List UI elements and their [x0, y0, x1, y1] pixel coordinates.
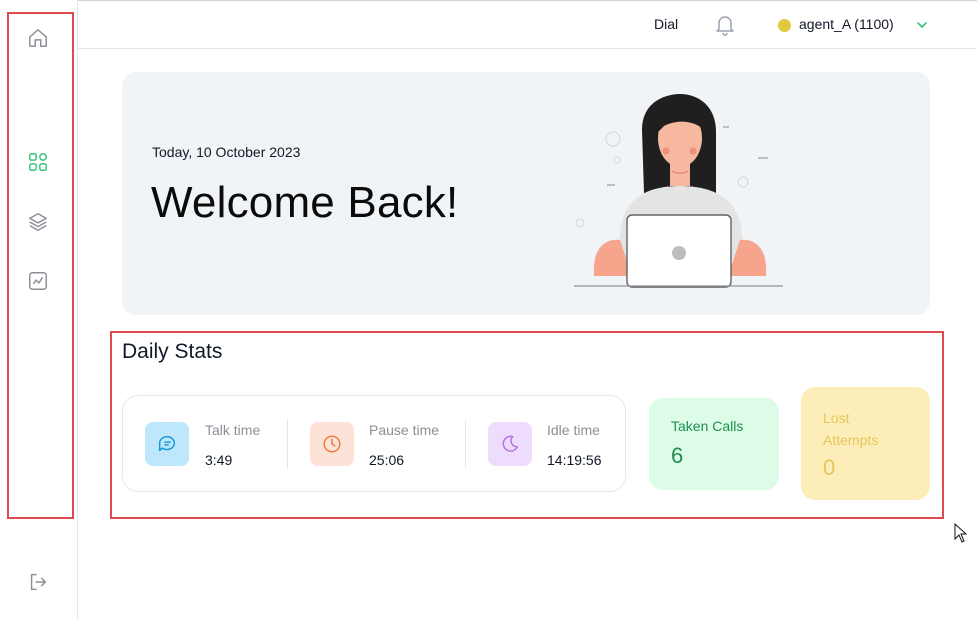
bell-icon[interactable]	[715, 14, 735, 36]
daily-stats-title: Daily Stats	[122, 340, 223, 363]
mouse-cursor-icon	[954, 522, 968, 543]
moon-icon	[488, 422, 532, 466]
dashboard-icon[interactable]	[26, 150, 50, 174]
taken-calls-value: 6	[671, 443, 684, 468]
analytics-icon[interactable]	[26, 269, 50, 293]
taken-calls-label: Taken Calls	[671, 418, 744, 434]
taken-calls-tile: Taken Calls 6	[649, 398, 779, 490]
idle-time-label: Idle time	[547, 422, 600, 438]
person-with-laptop-illustration	[560, 90, 800, 295]
divider	[287, 419, 288, 469]
layers-icon[interactable]	[26, 210, 50, 234]
current-date: Today, 10 October 2023	[152, 144, 301, 160]
sidebar	[0, 0, 78, 619]
stats-card: Talk time 3:49 Pause time 25:06 Idle tim…	[122, 395, 626, 492]
idle-time-value: 14:19:56	[547, 452, 602, 468]
chat-icon	[145, 422, 189, 466]
divider	[465, 419, 466, 469]
agent-name[interactable]: agent_A (1100)	[799, 16, 894, 32]
pause-time-label: Pause time	[369, 422, 440, 438]
lost-attempts-value: 0	[823, 455, 836, 480]
pause-time-value: 25:06	[369, 452, 405, 468]
home-icon[interactable]	[26, 26, 50, 50]
talk-time-value: 3:49	[205, 452, 233, 468]
status-indicator	[778, 19, 791, 32]
dial-button[interactable]: Dial	[654, 16, 678, 32]
chevron-down-icon[interactable]	[915, 18, 929, 30]
logout-icon[interactable]	[26, 570, 50, 594]
lost-attempts-tile: Lost Attempts 0	[801, 387, 930, 500]
lost-attempts-label: Lost Attempts	[823, 410, 879, 448]
clock-icon	[310, 422, 354, 466]
talk-time-label: Talk time	[205, 422, 261, 438]
welcome-title: Welcome Back!	[151, 178, 459, 227]
